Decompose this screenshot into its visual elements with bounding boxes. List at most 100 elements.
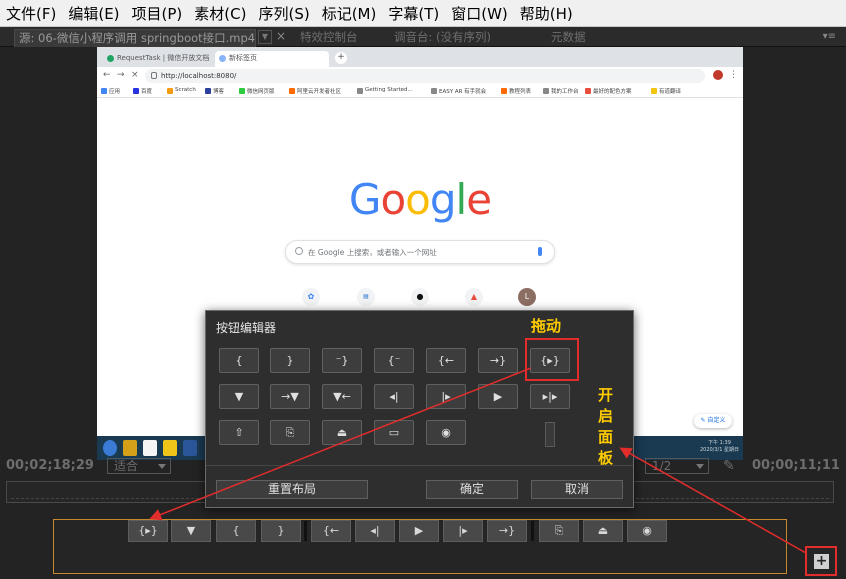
open-panel-annotation-label: 开 启 面 板 [598,386,614,467]
info-icon [151,72,157,79]
mark-in-button[interactable]: { [216,520,256,542]
export-frame-button[interactable]: ◉ [426,420,466,445]
app-icon [183,440,197,456]
mark-out-button[interactable]: } [270,348,310,373]
go-to-out-button[interactable]: →} [478,348,518,373]
tab-metadata[interactable]: 元数据 [551,29,586,47]
bookmark-item: EASY AR 有手就会 [431,87,486,95]
menu-file[interactable]: 文件(F) [6,3,56,24]
chevron-down-icon[interactable]: ▼ [258,30,272,44]
insert-button[interactable]: ⎘ [539,520,579,542]
bookmark-item: Scratch [167,87,196,94]
customize-button: ✎ 自定义 [694,414,732,428]
google-logo: Google [348,175,492,224]
add-marker-button[interactable]: ▼ [171,520,211,542]
ok-button[interactable]: 确定 [426,480,518,499]
previous-marker-button[interactable]: ▼← [322,384,362,409]
windows-start-icon [103,440,117,456]
flame-icon: ▲ [465,288,483,306]
close-icon: × [131,70,139,80]
site-shortcut-icon: ▤ [357,288,375,306]
bookmark-item: 教程列表 [501,87,531,95]
app-icon [123,440,137,456]
menu-marker[interactable]: 标记(M) [322,3,377,24]
mark-out-button[interactable]: } [261,520,301,542]
chevron-down-icon [158,464,166,469]
spacer-button[interactable] [545,422,555,447]
bookmark-item: Getting Started... [357,87,413,94]
search-icon [295,247,303,255]
safe-margins-button[interactable]: ▭ [374,420,414,445]
play-around-button[interactable]: ▸|▸ [530,384,570,409]
current-timecode[interactable]: 00;02;18;29 [6,458,94,473]
menu-help[interactable]: 帮助(H) [520,3,573,24]
chevron-down-icon [696,464,704,469]
microphone-icon [538,247,542,256]
menu-clip[interactable]: 素材(C) [194,3,246,24]
panel-tab-bar: 源: 06-微信小程序调用 springboot接口.mp4 ▼ × 特效控制台… [0,27,846,47]
bookmark-item: 博客 [205,87,224,95]
step-back-button[interactable]: ◂| [374,384,414,409]
add-button-panel[interactable]: + [805,546,837,576]
tab-effect-controls[interactable]: 特效控制台 [300,29,358,47]
bookmark-item: 有道翻译 [651,87,681,95]
google-search-box: 在 Google 上搜索，或者输入一个网址 [285,240,555,264]
system-tray-clock: 下午 1:39 2020/3/1 星期日 [699,440,739,453]
paw-icon: ✿ [302,288,320,306]
menu-title[interactable]: 字幕(T) [388,3,439,24]
app-icon [163,440,177,456]
letter-avatar-icon: L [518,288,536,306]
bookmark-item: 最好的配色方案 [585,87,632,95]
drag-highlight-box [525,338,579,381]
bookmark-item: 阿里云开发者社区 [289,87,341,95]
go-to-in-button[interactable]: {← [426,348,466,373]
overwrite-button[interactable]: ⏏ [322,420,362,445]
zoom-fit-select[interactable]: 适合 [107,458,171,474]
overwrite-button[interactable]: ⏏ [583,520,623,542]
step-back-button[interactable]: ◂| [355,520,395,542]
github-icon: ● [411,288,429,306]
new-tab-icon: + [335,52,347,64]
export-frame-button[interactable]: ◉ [627,520,667,542]
browser-url-field: http://localhost:8080/ [145,69,705,83]
loop-button[interactable]: ⇧ [219,420,259,445]
reset-layout-button[interactable]: 重置布局 [216,480,368,499]
mark-in-button[interactable]: { [219,348,259,373]
cancel-button[interactable]: 取消 [531,480,623,499]
toolbar-drag-button[interactable]: {▸} [128,520,168,542]
bookmark-item: 微信网页版 [239,87,275,95]
drag-annotation-label: 拖动 [531,317,562,335]
browser-tab: RequestTask | 微信开放文档 [103,51,213,67]
menu-edit[interactable]: 编辑(E) [68,3,119,24]
play-button[interactable]: ▶ [399,520,439,542]
go-to-out-button[interactable]: →} [487,520,527,542]
step-forward-button[interactable]: |▸ [426,384,466,409]
clear-out-button[interactable]: {⁻ [374,348,414,373]
insert-button[interactable]: ⎘ [270,420,310,445]
page-icon [219,55,226,62]
menu-project[interactable]: 项目(P) [132,3,183,24]
tab-source[interactable]: 源: 06-微信小程序调用 springboot接口.mp4 [14,29,256,47]
more-icon: ⋮ [729,70,738,80]
menu-sequence[interactable]: 序列(S) [258,3,309,24]
wrench-icon[interactable]: ✎ [723,458,735,474]
menu-window[interactable]: 窗口(W) [451,3,508,24]
resolution-select[interactable]: 1/2 [645,458,709,474]
step-forward-button[interactable]: |▸ [443,520,483,542]
play-button[interactable]: ▶ [478,384,518,409]
close-icon[interactable]: × [276,29,286,43]
toolbar-separator [531,521,534,541]
bookmark-bar: 应用 百度 Scratch 博客 微信网页版 阿里云开发者社区 Getting … [97,85,743,98]
forward-icon: → [117,70,125,80]
toolbar-separator [304,521,307,541]
bookmark-item: 应用 [101,87,120,95]
add-marker-button[interactable]: ▼ [219,384,259,409]
panel-menu-icon[interactable]: ▾≡ [823,31,836,42]
back-icon: ← [103,70,111,80]
go-to-in-button[interactable]: {← [311,520,351,542]
dialog-divider [206,465,633,466]
browser-tab-current: 新标签页 [215,51,329,67]
next-marker-button[interactable]: →▼ [270,384,310,409]
clear-in-button[interactable]: ⁻} [322,348,362,373]
tab-audio-mixer[interactable]: 调音台: (没有序列) [394,29,491,47]
